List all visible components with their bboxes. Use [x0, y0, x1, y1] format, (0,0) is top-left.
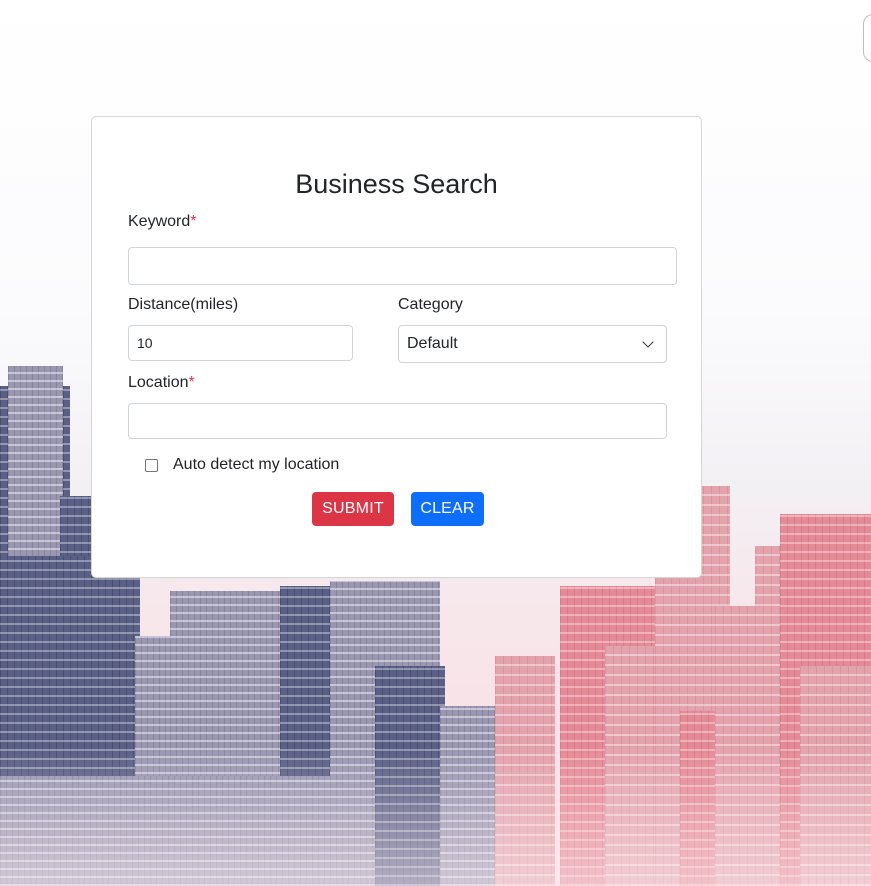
keyword-input[interactable] — [128, 247, 677, 285]
page-title: Business Search — [295, 169, 498, 199]
category-label: Category — [398, 296, 463, 313]
keyword-label: Keyword* — [128, 213, 197, 230]
location-input[interactable] — [128, 403, 667, 439]
clear-button[interactable]: CLEAR — [411, 492, 484, 526]
required-asterisk: * — [190, 213, 197, 230]
chevron-down-icon — [642, 336, 654, 348]
corner-edge-button[interactable] — [863, 14, 871, 62]
business-search-form: Business Search Keyword* Distance(miles)… — [91, 116, 702, 578]
auto-detect-label[interactable]: Auto detect my location — [173, 456, 339, 474]
auto-detect-checkbox[interactable] — [145, 459, 158, 472]
location-label: Location* — [128, 374, 195, 391]
required-asterisk: * — [188, 374, 195, 391]
category-select[interactable]: Default — [398, 325, 667, 363]
category-selected-value: Default — [407, 335, 458, 352]
distance-input[interactable]: 10 — [128, 325, 353, 361]
distance-label: Distance(miles) — [128, 296, 239, 313]
submit-button[interactable]: SUBMIT — [312, 492, 394, 526]
